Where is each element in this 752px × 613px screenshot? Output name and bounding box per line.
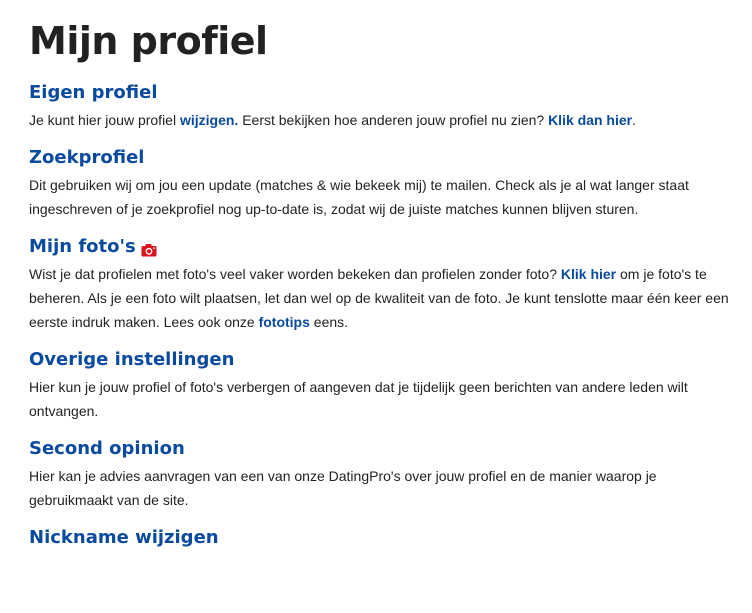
section-heading-mijn-fotos[interactable]: Mijn foto's bbox=[29, 235, 741, 259]
section-zoekprofiel: Zoekprofiel Dit gebruiken wij om jou een… bbox=[29, 146, 741, 221]
text-segment: . bbox=[632, 112, 636, 128]
section-text-overige-instellingen: Hier kun je jouw profiel of foto's verbe… bbox=[29, 379, 688, 419]
section-heading-label[interactable]: Overige instellingen bbox=[29, 348, 234, 372]
manage-photos-link[interactable]: Klik hier bbox=[561, 266, 616, 282]
section-overige-instellingen: Overige instellingen Hier kun je jouw pr… bbox=[29, 348, 741, 423]
view-profile-link[interactable]: Klik dan hier bbox=[548, 112, 632, 128]
section-text-mijn-fotos: Wist je dat profielen met foto's veel va… bbox=[29, 262, 741, 334]
section-eigen-profiel: Eigen profiel Je kunt hier jouw profiel … bbox=[29, 81, 741, 132]
section-text-zoekprofiel: Dit gebruiken wij om jou een update (mat… bbox=[29, 177, 689, 217]
text-segment: eens. bbox=[309, 314, 349, 330]
section-heading-overige-instellingen[interactable]: Overige instellingen bbox=[29, 348, 741, 372]
section-mijn-fotos: Mijn foto's Wist je dat profielen met fo… bbox=[29, 235, 741, 334]
section-heading-label[interactable]: Nickname wijzigen bbox=[29, 526, 219, 550]
section-second-opinion: Second opinion Hier kan je advies aanvra… bbox=[29, 437, 741, 512]
section-text-second-opinion: Hier kan je advies aanvragen van een van… bbox=[29, 468, 657, 508]
section-heading-zoekprofiel[interactable]: Zoekprofiel bbox=[29, 146, 741, 170]
section-heading-second-opinion[interactable]: Second opinion bbox=[29, 437, 741, 461]
edit-profile-link[interactable]: wijzigen. bbox=[180, 112, 238, 128]
text-segment: Eerst bekijken hoe anderen jouw profiel … bbox=[238, 112, 549, 128]
text-segment: Je kunt hier jouw profiel bbox=[29, 112, 180, 128]
section-nickname-wijzigen: Nickname wijzigen bbox=[29, 526, 741, 550]
photo-tips-link[interactable]: fototips bbox=[259, 314, 310, 330]
section-text-eigen-profiel: Je kunt hier jouw profiel wijzigen. Eers… bbox=[29, 108, 741, 132]
section-heading-label: Eigen profiel bbox=[29, 82, 158, 103]
page-title: Mijn profiel bbox=[29, 19, 268, 63]
section-heading-label[interactable]: Zoekprofiel bbox=[29, 146, 144, 170]
section-heading-label[interactable]: Mijn foto's bbox=[29, 235, 136, 259]
section-heading-label[interactable]: Second opinion bbox=[29, 437, 185, 461]
text-segment: Wist je dat profielen met foto's veel va… bbox=[29, 266, 561, 282]
section-heading-eigen-profiel: Eigen profiel bbox=[29, 81, 741, 105]
camera-icon bbox=[141, 240, 157, 257]
profile-page: Mijn profiel Eigen profiel Je kunt hier … bbox=[29, 16, 741, 564]
section-heading-nickname-wijzigen[interactable]: Nickname wijzigen bbox=[29, 526, 741, 550]
